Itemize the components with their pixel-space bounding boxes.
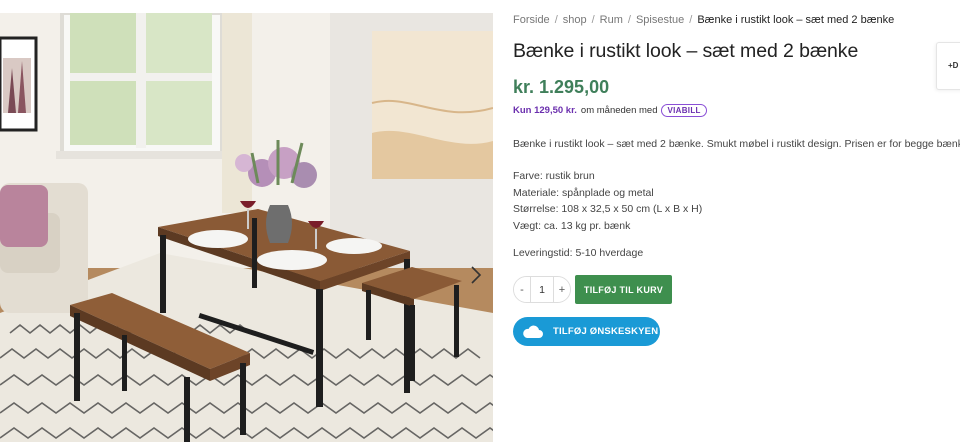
delivery-time: Leveringstid: 5-10 hverdage <box>513 247 644 259</box>
quantity-input[interactable] <box>530 277 554 302</box>
viabill-logo: VIABILL <box>661 104 707 117</box>
spec-weight: Vægt: ca. 13 kg pr. bænk <box>513 219 631 232</box>
product-description: Bænke i rustikt look – sæt med 2 bænke. … <box>513 138 960 150</box>
chevron-right-icon <box>471 266 482 284</box>
quantity-increase-button[interactable]: + <box>554 277 570 302</box>
breadcrumb-link-spisestue[interactable]: Spisestue <box>636 14 684 26</box>
breadcrumb-separator: / <box>689 14 693 26</box>
quantity-decrease-button[interactable]: - <box>514 277 530 302</box>
viabill-installment[interactable]: Kun 129,50 kr. om måneden med VIABILL <box>513 104 707 117</box>
wishlist-button[interactable]: TILFØJ ØNSKESKYEN <box>513 317 660 346</box>
gallery-next-button[interactable] <box>466 261 486 289</box>
cloud-icon <box>522 325 544 339</box>
product-price: kr. 1.295,00 <box>513 77 610 97</box>
breadcrumb-separator: / <box>591 14 595 26</box>
quantity-stepper: - + <box>513 276 571 303</box>
breadcrumb-current: Bænke i rustikt look – sæt med 2 bænke <box>697 14 895 26</box>
breadcrumb: Forside / shop / Rum / Spisestue / Bænke i rusti… <box>513 14 894 26</box>
breadcrumb-link-shop[interactable]: shop <box>563 14 587 26</box>
viabill-text: om måneden med <box>580 105 658 116</box>
spec-color: Farve: rustik brun <box>513 170 595 182</box>
product-image <box>0 13 493 442</box>
side-tab-glyph: +D <box>948 61 959 70</box>
side-tab[interactable]: +D <box>936 42 960 90</box>
breadcrumb-link-rum[interactable]: Rum <box>600 14 623 26</box>
breadcrumb-separator: / <box>627 14 631 26</box>
product-title: Bænke i rustikt look – sæt med 2 bænke <box>513 40 859 62</box>
breadcrumb-separator: / <box>554 14 558 26</box>
add-to-cart-button[interactable]: TILFØJ TIL KURV <box>575 275 672 304</box>
spec-size: Størrelse: 108 x 32,5 x 50 cm (L x B x H… <box>513 203 703 215</box>
spec-material: Materiale: spånplade og metal <box>513 186 654 199</box>
breadcrumb-link-home[interactable]: Forside <box>513 14 550 26</box>
product-gallery <box>0 13 493 442</box>
viabill-amount: Kun 129,50 kr. <box>513 105 577 116</box>
wishlist-label: TILFØJ ØNSKESKYEN <box>553 326 659 337</box>
product-specs: Farve: rustik brun Materiale: spånplade … <box>513 168 702 234</box>
